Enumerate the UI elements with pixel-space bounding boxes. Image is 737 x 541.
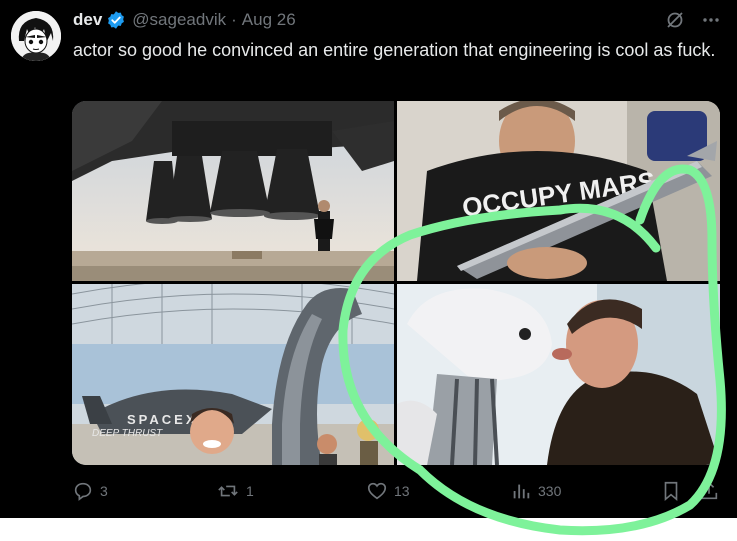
reply-icon (74, 482, 92, 501)
action-bar: 3 1 13 330 (72, 480, 720, 508)
tweet-card[interactable]: dev @sageadvik · Aug 26 actor so good he… (0, 0, 737, 518)
views-count: 330 (538, 483, 562, 499)
spacex-text: SPACEX (127, 412, 198, 427)
meta-separator: · (231, 10, 237, 29)
like-count: 13 (394, 483, 410, 499)
repost-button[interactable]: 1 (216, 480, 254, 502)
verified-badge-icon (106, 10, 126, 30)
spacex-hangar-photo: SPACEX DEEP THRUST (72, 284, 394, 465)
bookmark-icon (664, 481, 678, 502)
more-options-icon[interactable] (701, 10, 721, 35)
media-image-4[interactable] (397, 284, 720, 465)
share-button[interactable] (698, 480, 720, 502)
grok-icon[interactable] (665, 10, 685, 35)
views-button[interactable]: 330 (510, 480, 561, 502)
reply-button[interactable]: 3 (72, 480, 108, 502)
repost-count: 1 (246, 483, 254, 499)
author-handle[interactable]: @sageadvik (132, 10, 226, 30)
rocket-engines-photo (72, 101, 394, 281)
man-hugging-starship-model-photo: OCCUPY MARS (397, 101, 720, 281)
deep-thrust-text: DEEP THRUST (92, 428, 163, 439)
repost-icon (218, 485, 238, 497)
avatar[interactable] (11, 11, 61, 61)
media-image-1[interactable] (72, 101, 394, 281)
media-grid: OCCUPY MARS SPACEX DEEP THRUST (72, 101, 720, 465)
tweet-date[interactable]: Aug 26 (242, 10, 296, 30)
bookmark-button[interactable] (660, 480, 682, 502)
tweet-text: actor so good he convinced an entire gen… (73, 40, 716, 60)
share-icon (700, 481, 718, 500)
tweet-header: dev @sageadvik · Aug 26 (73, 9, 296, 31)
views-icon (513, 484, 530, 499)
reply-count: 3 (100, 483, 108, 499)
author-name[interactable]: dev (73, 10, 102, 30)
top-icons (665, 10, 721, 35)
media-image-3[interactable]: SPACEX DEEP THRUST (72, 284, 394, 465)
media-image-2[interactable]: OCCUPY MARS (397, 101, 720, 281)
heart-icon (367, 482, 387, 500)
man-kissing-robot-photo (397, 284, 720, 465)
like-button[interactable]: 13 (366, 480, 410, 502)
